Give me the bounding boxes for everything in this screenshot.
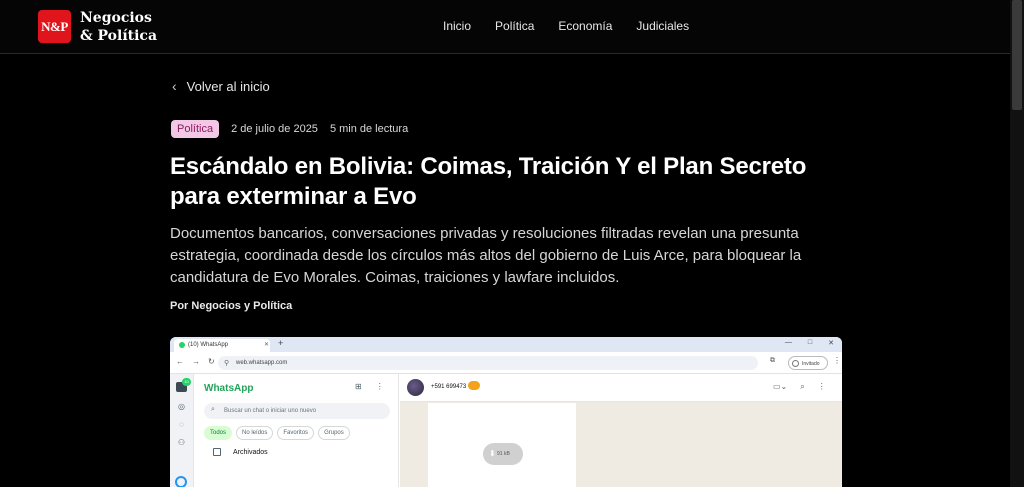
back-arrow-icon: ← — [176, 357, 184, 366]
unread-count-badge: 10 — [182, 378, 191, 386]
browser-url-bar: ⚲ web.whatsapp.com — [218, 356, 758, 370]
whatsapp-chat-list: WhatsApp ⊞ ⋮ ⌕ Buscar un chat o iniciar … — [195, 374, 399, 487]
contact-phone: +591 699473 — [431, 384, 467, 390]
filter-favoritos: Favoritos — [277, 426, 315, 440]
menu-icon: ⋮ — [375, 382, 384, 391]
nav-judiciales[interactable]: Judiciales — [636, 19, 689, 33]
browser-address-row: ← → ↻ ⚲ web.whatsapp.com ⧉ Invitado ⋮ — [170, 352, 842, 374]
search-icon: ⌕ — [800, 382, 805, 391]
site-header: N&P Negocios & Política Inicio Política … — [0, 0, 1010, 54]
redaction-mark — [468, 381, 480, 390]
back-link-label: Volver al inicio — [186, 78, 270, 94]
video-call-icon: ▭⌄ — [773, 382, 788, 391]
status-icon: ◎ — [178, 402, 185, 411]
read-time: 5 min de lectura — [329, 123, 409, 135]
browser-tab-title: (10) WhatsApp — [188, 342, 229, 348]
archived-row: Archivados — [213, 448, 268, 456]
whatsapp-icon — [179, 342, 185, 348]
download-pill: ⬇ 91 kB — [483, 443, 523, 465]
guest-profile-label: Invitado — [802, 361, 820, 367]
nav-economia[interactable]: Economía — [558, 19, 612, 33]
menu-icon: ⋮ — [817, 382, 826, 391]
chat-header-actions: ▭⌄ ⌕ ⋮ — [773, 382, 826, 392]
browser-tab: (10) WhatsApp ✕ — [174, 339, 270, 352]
archived-label: Archivados — [233, 448, 268, 456]
message-area: ⬇ 91 kB — [428, 403, 576, 487]
download-icon: ⬇ — [489, 449, 496, 458]
brand-line-2: & Política — [80, 28, 158, 44]
filter-todos: Todos — [204, 426, 233, 440]
site-logo[interactable]: N&P — [38, 10, 71, 43]
site-info-icon: ⚲ — [224, 360, 230, 367]
forward-arrow-icon: → — [192, 357, 200, 366]
filter-grupos: Grupos — [318, 426, 350, 440]
new-chat-icon: ⊞ — [355, 382, 362, 391]
article-summary: Documentos bancarios, conversaciones pri… — [170, 225, 802, 286]
chat-filters: Todos No leídos Favoritos Grupos — [204, 426, 350, 440]
browser-menu-icon: ⋮ — [833, 356, 841, 365]
category-badge[interactable]: Política — [171, 120, 220, 138]
minimize-icon: — — [784, 339, 792, 346]
avatar — [407, 379, 424, 396]
back-link[interactable]: ‹ Volver al inicio — [172, 78, 270, 94]
whatsapp-nav-rail: 10 ◎ ◌ ⚇ — [170, 374, 194, 487]
nav-inicio[interactable]: Inicio — [443, 19, 471, 33]
brand-name[interactable]: Negocios & Política — [80, 9, 157, 45]
meta-ai-icon — [175, 476, 187, 487]
publish-date: 2 de julio de 2025 — [231, 123, 318, 135]
search-icon: ⌕ — [211, 406, 215, 413]
close-icon: ✕ — [264, 342, 270, 348]
main-nav: Inicio Política Economía Judiciales — [443, 19, 689, 33]
article-image-whatsapp-screenshot: (10) WhatsApp ✕ + — □ ✕ ← → ↻ ⚲ web.what… — [170, 337, 842, 487]
article-byline: Por Negocios y Política — [170, 300, 293, 312]
browser-url-text: web.whatsapp.com — [236, 360, 288, 366]
install-app-icon: ⧉ — [770, 357, 775, 364]
chat-list-actions: ⊞ ⋮ — [355, 382, 384, 391]
new-tab-icon: + — [278, 338, 284, 348]
whatsapp-chat-pane: +591 699473 ▭⌄ ⌕ ⋮ ⬇ 91 kB — [400, 374, 842, 487]
communities-icon: ⚇ — [177, 438, 186, 447]
chevron-left-icon: ‹ — [172, 78, 177, 94]
article-title: Escándalo en Bolivia: Coimas, Traición Y… — [170, 153, 807, 210]
maximize-icon: □ — [807, 339, 813, 346]
window-controls: — □ ✕ — [785, 339, 834, 347]
nav-politica[interactable]: Política — [495, 19, 534, 33]
browser-nav-icons: ← → ↻ — [176, 357, 215, 366]
page-scrollbar[interactable] — [1010, 0, 1024, 487]
download-size: 91 kB — [497, 451, 510, 457]
guest-profile-chip: Invitado — [788, 356, 828, 370]
profile-icon — [792, 360, 799, 367]
reload-icon: ↻ — [208, 357, 215, 366]
whatsapp-app: 10 ◎ ◌ ⚇ WhatsApp ⊞ ⋮ ⌕ Buscar un chat o… — [170, 374, 842, 487]
browser-tab-strip: (10) WhatsApp ✕ + — □ ✕ — [170, 337, 842, 352]
whatsapp-search-placeholder: Buscar un chat o iniciar uno nuevo — [224, 408, 317, 414]
archive-icon — [213, 448, 221, 456]
brand-line-1: Negocios — [80, 10, 152, 26]
whatsapp-title: WhatsApp — [204, 383, 254, 394]
filter-no-leidos: No leídos — [236, 426, 274, 440]
article-meta: Política 2 de julio de 2025 5 min de lec… — [171, 120, 408, 138]
whatsapp-search: ⌕ Buscar un chat o iniciar uno nuevo — [204, 403, 390, 419]
channels-icon: ◌ — [179, 420, 184, 429]
close-window-icon: ✕ — [828, 340, 834, 347]
scrollbar-thumb[interactable] — [1012, 0, 1022, 110]
chat-header: +591 699473 ▭⌄ ⌕ ⋮ — [400, 374, 842, 402]
